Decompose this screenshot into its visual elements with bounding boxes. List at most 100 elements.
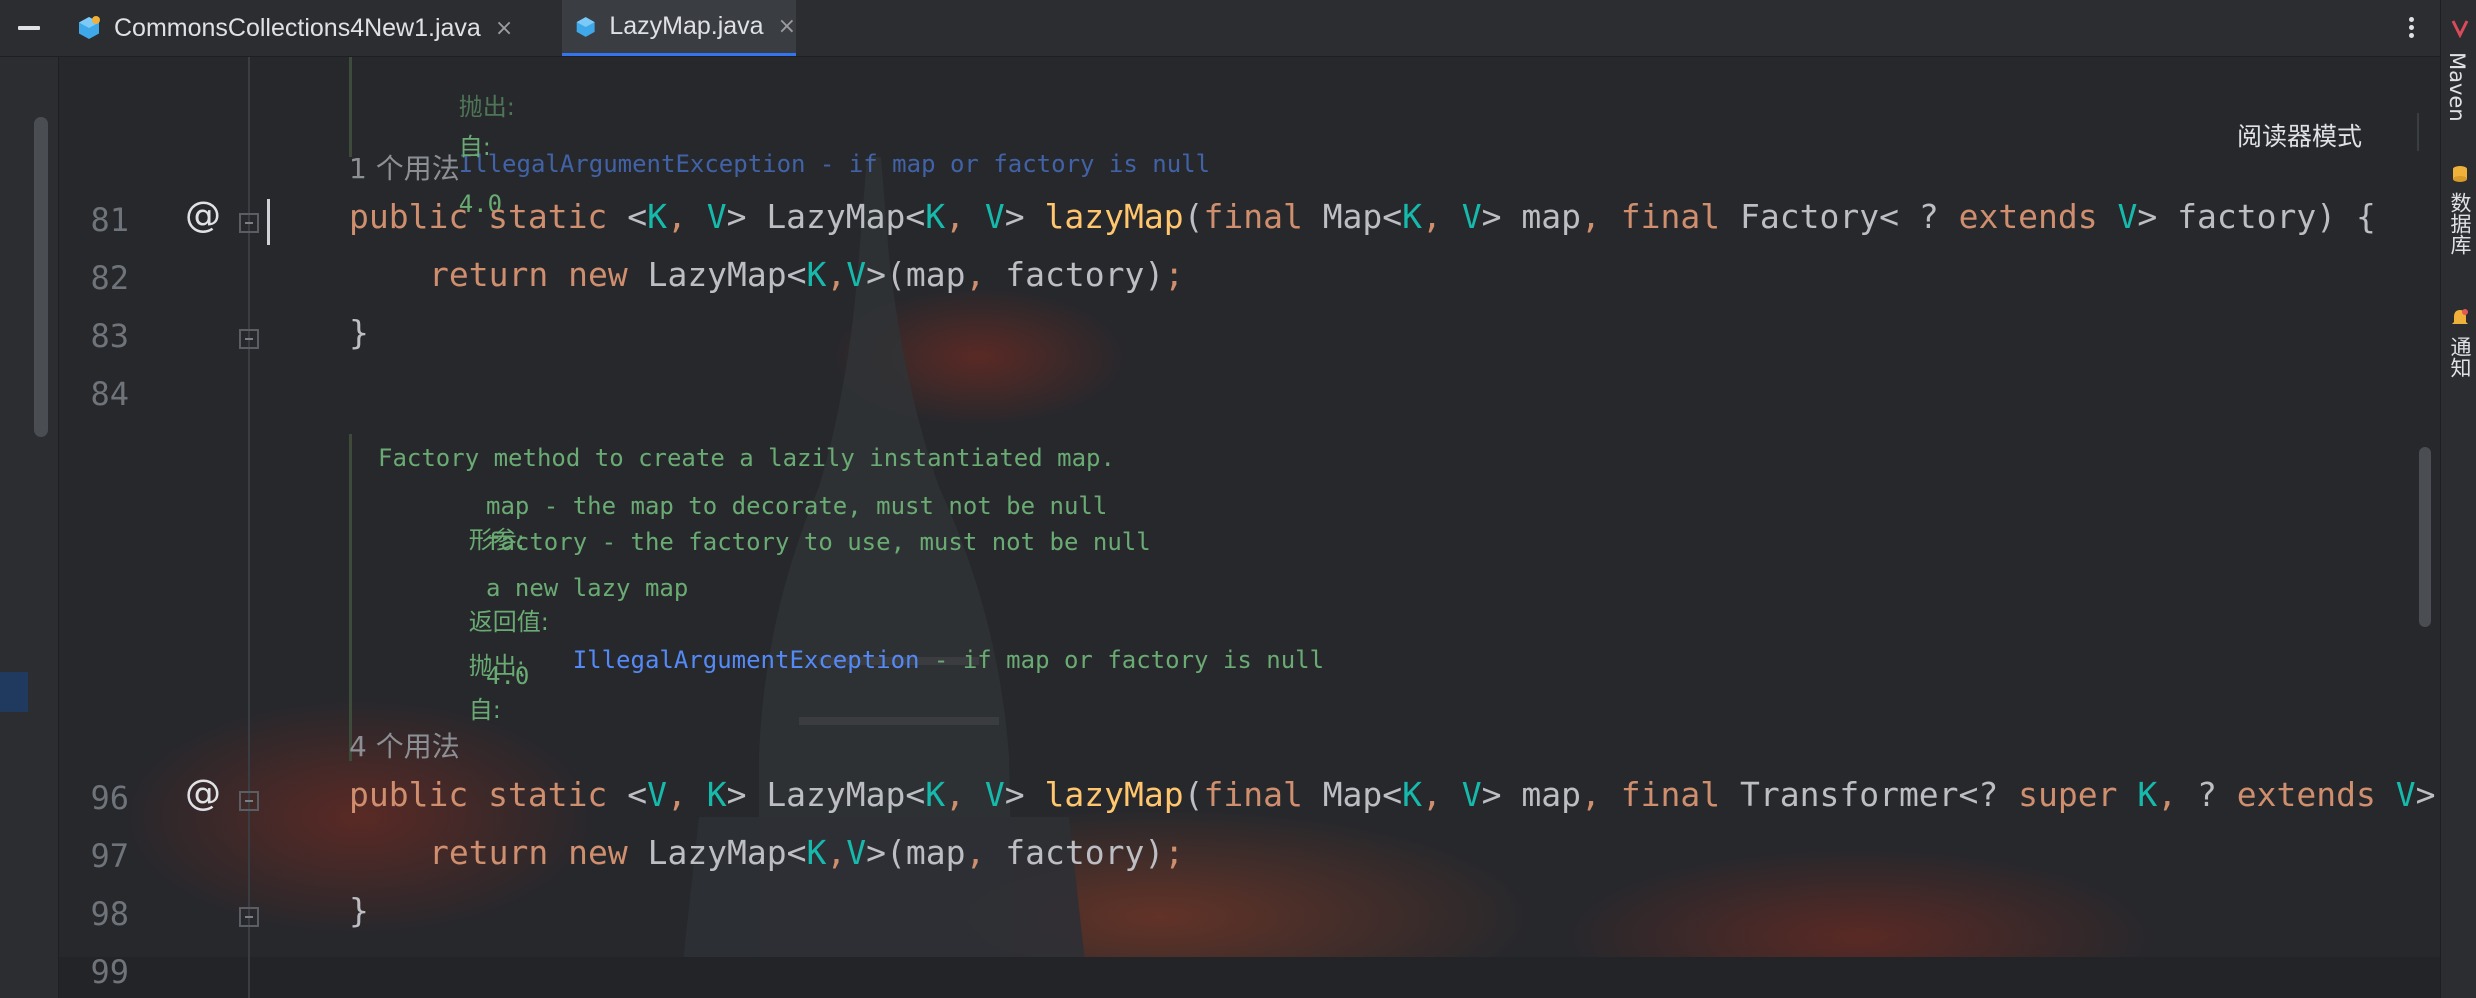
type-param: V: [2117, 197, 2138, 236]
tab-lazymap[interactable]: LazyMap.java ×: [562, 0, 796, 56]
punct: ?: [2197, 775, 2217, 814]
type-param: K: [706, 775, 727, 814]
doc-throws-link[interactable]: IllegalArgumentException: [573, 646, 920, 674]
type-param: K: [806, 255, 827, 294]
punct: ,: [826, 833, 847, 872]
type-param: V: [1461, 775, 1482, 814]
type-param: K: [925, 197, 946, 236]
punct: >: [866, 833, 887, 872]
type: Factory: [1740, 197, 1880, 236]
database-icon: [2453, 166, 2467, 182]
close-icon[interactable]: ×: [778, 14, 796, 39]
code-line-96[interactable]: public static <V, K> LazyMap<K, V> lazyM…: [349, 775, 2435, 814]
fold-icon[interactable]: [239, 791, 259, 811]
override-at-icon[interactable]: @: [185, 195, 221, 236]
tab-label: CommonsCollections4New1.java: [114, 13, 481, 42]
keyword: final: [1620, 775, 1721, 814]
tab-label: LazyMap.java: [609, 12, 764, 40]
punct: <: [905, 197, 926, 236]
editor-scrollbar[interactable]: [2419, 447, 2431, 627]
type: LazyMap: [766, 775, 906, 814]
type: Transformer: [1740, 775, 1959, 814]
keyword: return: [429, 255, 549, 294]
punct: <: [1382, 775, 1403, 814]
punct: ,: [945, 775, 966, 814]
type-param: V: [706, 197, 727, 236]
type-param: V: [647, 775, 667, 814]
punct: <: [786, 255, 807, 294]
line-number: 96: [90, 779, 129, 817]
close-icon[interactable]: ×: [495, 16, 513, 41]
fold-icon[interactable]: [239, 213, 259, 233]
type-param: V: [846, 833, 867, 872]
punct: >: [726, 197, 747, 236]
code-editor[interactable]: 抛出: IllegalArgumentException - if map or…: [59, 57, 2440, 998]
code-line-82[interactable]: return new LazyMap<K,V>(map, factory);: [429, 255, 1184, 294]
fold-icon[interactable]: [239, 907, 259, 927]
line-number: 84: [90, 375, 129, 413]
punct: ,: [965, 255, 986, 294]
reader-mode-button[interactable]: 阅读器模式: [2237, 117, 2362, 153]
keyword: static: [488, 775, 608, 814]
keyword: final: [1620, 197, 1721, 236]
more-options-icon[interactable]: [2406, 14, 2416, 42]
punct: ,: [1422, 775, 1442, 814]
override-at-icon[interactable]: @: [185, 773, 221, 814]
punct: (: [1183, 775, 1204, 814]
code-line-97[interactable]: return new LazyMap<K,V>(map, factory);: [429, 833, 1184, 872]
code-line-81[interactable]: public static <K, V> LazyMap<K, V> lazyM…: [349, 197, 2376, 236]
doc-comment-top: 抛出: IllegalArgumentException - if map or…: [349, 57, 1210, 218]
type-param: K: [806, 833, 827, 872]
doc-summary: Factory method to create a lazily instan…: [378, 444, 1115, 472]
punct: >: [1004, 775, 1025, 814]
java-class-icon: [79, 16, 100, 39]
right-tool-strip: Maven 数据库 通知: [2440, 0, 2476, 998]
param: factory: [2177, 197, 2317, 236]
code-line-98[interactable]: }: [349, 891, 369, 930]
keyword: static: [488, 197, 608, 236]
punct: <: [1382, 197, 1403, 236]
punct: ,: [1581, 775, 1601, 814]
doc-throws-text: IllegalArgumentException - if map or fac…: [458, 150, 1211, 178]
usage-hint[interactable]: 4 个用法: [349, 725, 460, 765]
editor-tab-bar: CommonsCollections4New1.java × LazyMap.j…: [0, 0, 2440, 57]
punct: >: [726, 775, 747, 814]
doc-since-value: 4.0: [486, 662, 530, 690]
punct: ,: [1422, 197, 1442, 236]
type: LazyMap: [647, 255, 787, 294]
doc-comment[interactable]: Factory method to create a lazily instan…: [349, 434, 1372, 761]
type-param: V: [2395, 775, 2416, 814]
tool-database[interactable]: 数据库: [2445, 192, 2475, 255]
code-line-83[interactable]: }: [349, 313, 369, 352]
punct: ,: [1581, 197, 1601, 236]
line-number: 99: [90, 953, 129, 991]
type: LazyMap: [647, 833, 787, 872]
punct: <?: [1958, 775, 1999, 814]
args: factory): [1005, 255, 1165, 294]
keyword: return: [429, 833, 549, 872]
doc-since-tag: 自:: [458, 133, 491, 161]
keyword: public: [349, 197, 469, 236]
punct: ,: [826, 255, 847, 294]
punct: ,: [965, 833, 986, 872]
tab-commonscollections4new1[interactable]: CommonsCollections4New1.java ×: [76, 0, 546, 56]
punct: ?: [1918, 197, 1939, 236]
punct: ): [2316, 197, 2337, 236]
keyword: extends: [1958, 197, 2098, 236]
usage-hint[interactable]: 1 个用法: [349, 147, 460, 187]
minimize-icon[interactable]: [18, 26, 40, 30]
type: Map: [1322, 775, 1383, 814]
fold-icon[interactable]: [239, 329, 259, 349]
punct: ,: [2157, 775, 2178, 814]
punct: >: [1481, 775, 1502, 814]
tool-notifications[interactable]: 通知: [2445, 336, 2475, 378]
punct: <: [1879, 197, 1899, 236]
structure-scrollbar[interactable]: [34, 117, 48, 437]
type-param: K: [1402, 197, 1423, 236]
line-number: 81: [90, 201, 129, 239]
args: (map: [886, 255, 966, 294]
punct: ;: [1164, 833, 1185, 872]
tool-maven[interactable]: Maven: [2445, 52, 2469, 122]
keyword: public: [349, 775, 469, 814]
keyword: extends: [2236, 775, 2376, 814]
